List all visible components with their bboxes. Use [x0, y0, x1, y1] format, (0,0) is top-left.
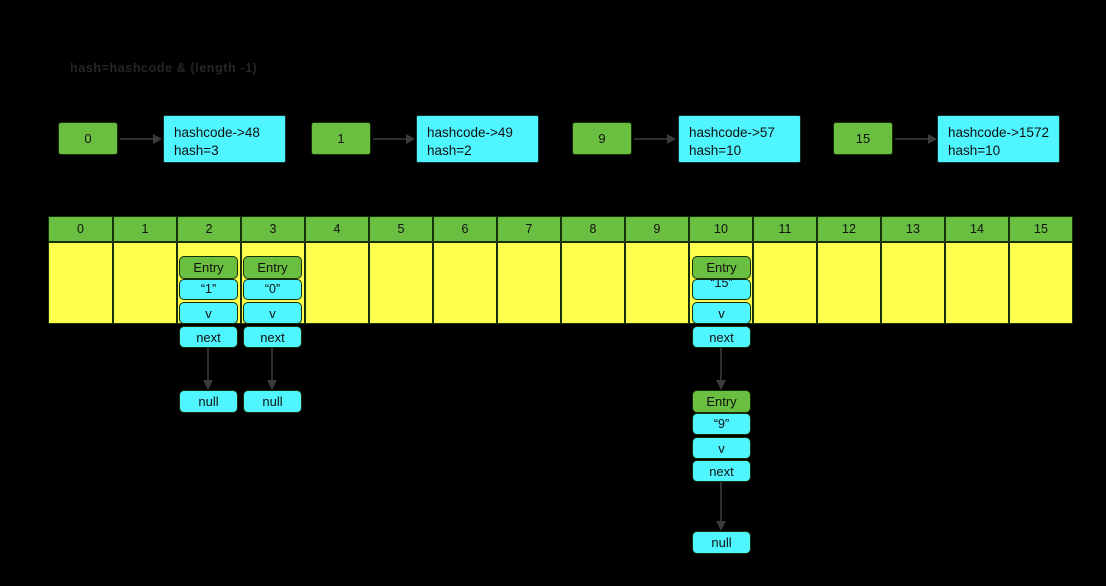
- chain10-node1-key: “9”: [692, 413, 751, 435]
- hash-example-info-3: hashcode->1572 hash=10: [937, 115, 1060, 163]
- bucket-cell-11: [753, 242, 817, 324]
- bucket-header-6: 6: [433, 216, 497, 242]
- diagram-canvas: hash=hashcode & (length -1) 0 hashcode->…: [0, 0, 1106, 586]
- chain2-node0-entry: Entry: [179, 256, 238, 279]
- hash-example-key-2: 9: [572, 122, 632, 155]
- chain10-node0-key-text: “15”: [710, 279, 733, 290]
- chain3-node0-key: “0”: [243, 279, 302, 300]
- bucket-cell-4: [305, 242, 369, 324]
- bucket-header-15: 15: [1009, 216, 1073, 242]
- bucket-header-7: 7: [497, 216, 561, 242]
- bucket-header-11: 11: [753, 216, 817, 242]
- bucket-cell-5: [369, 242, 433, 324]
- hash-example-key-3: 15: [833, 122, 893, 155]
- chain2-node0-next: next: [179, 326, 238, 348]
- chain2-node0-value: v: [179, 302, 238, 324]
- arrow-key-to-hash-3: [895, 132, 937, 146]
- bucket-header-14: 14: [945, 216, 1009, 242]
- bucket-header-2: 2: [177, 216, 241, 242]
- chain10-node0-next: next: [692, 326, 751, 348]
- bucket-header-8: 8: [561, 216, 625, 242]
- bucket-cell-0: [48, 242, 113, 324]
- hash-example-info-1: hashcode->49 hash=2: [416, 115, 539, 163]
- chain3-arrow-node0-to-null: [265, 348, 279, 390]
- bucket-header-13: 13: [881, 216, 945, 242]
- bucket-cell-1: [113, 242, 177, 324]
- chain3-node0-entry: Entry: [243, 256, 302, 279]
- bucket-header-10: 10: [689, 216, 753, 242]
- bucket-cell-7: [497, 242, 561, 324]
- chain10-node1-next: next: [692, 460, 751, 482]
- bucket-header-9: 9: [625, 216, 689, 242]
- hash-example-info-0: hashcode->48 hash=3: [163, 115, 286, 163]
- chain2-arrow-node0-to-null: [201, 348, 215, 390]
- chain2-node0-key: “1”: [179, 279, 238, 300]
- bucket-header-12: 12: [817, 216, 881, 242]
- bucket-header-5: 5: [369, 216, 433, 242]
- chain10-node1-value: v: [692, 437, 751, 459]
- arrow-key-to-hash-0: [120, 132, 162, 146]
- bucket-cell-8: [561, 242, 625, 324]
- chain3-null: null: [243, 390, 302, 413]
- hash-example-info-2: hashcode->57 hash=10: [678, 115, 801, 163]
- page-title: hash=hashcode & (length -1): [70, 61, 258, 75]
- bucket-header-3: 3: [241, 216, 305, 242]
- bucket-header-0: 0: [48, 216, 113, 242]
- bucket-cell-15: [1009, 242, 1073, 324]
- chain10-node0-value: v: [692, 302, 751, 324]
- chain3-node0-next: next: [243, 326, 302, 348]
- bucket-cell-12: [817, 242, 881, 324]
- bucket-cell-13: [881, 242, 945, 324]
- chain10-null: null: [692, 531, 751, 554]
- chain3-node0-value: v: [243, 302, 302, 324]
- bucket-header-4: 4: [305, 216, 369, 242]
- bucket-cell-9: [625, 242, 689, 324]
- chain2-null: null: [179, 390, 238, 413]
- bucket-cell-14: [945, 242, 1009, 324]
- arrow-key-to-hash-1: [373, 132, 415, 146]
- hash-example-key-0: 0: [58, 122, 118, 155]
- chain10-node1-entry: Entry: [692, 390, 751, 413]
- chain10-arrow-node0-to-node1: [714, 348, 728, 390]
- chain10-arrow-node1-to-null: [714, 482, 728, 531]
- bucket-cell-6: [433, 242, 497, 324]
- arrow-key-to-hash-2: [634, 132, 676, 146]
- hash-example-key-1: 1: [311, 122, 371, 155]
- bucket-header-1: 1: [113, 216, 177, 242]
- chain10-node0-key: “15”: [692, 279, 751, 300]
- chain10-node0-entry: Entry: [692, 256, 751, 279]
